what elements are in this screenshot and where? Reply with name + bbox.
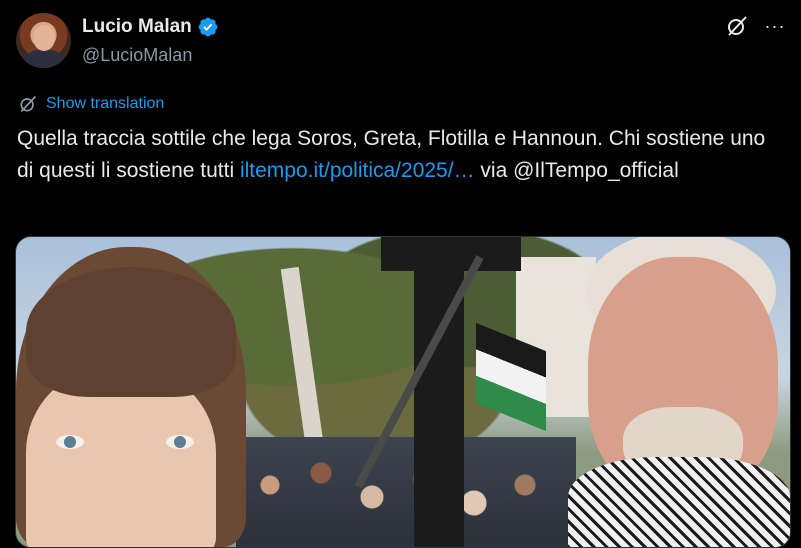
person-left-eye (166, 435, 194, 449)
tweet-media-photo[interactable] (15, 236, 791, 548)
author-avatar[interactable] (16, 13, 71, 68)
person-right-keffiyeh (568, 457, 790, 547)
photo-crowd (236, 437, 576, 547)
grok-slash-icon-svg (728, 16, 747, 36)
more-dots-glyph: ··· (764, 15, 786, 36)
show-translation-label: Show translation (46, 95, 165, 112)
article-link[interactable]: iltempo.it/politica/2025/… (240, 159, 475, 182)
author-handle[interactable]: @LucioMalan (82, 45, 192, 66)
photo-person-left (16, 247, 246, 547)
avatar-face (33, 25, 55, 51)
grok-slash-icon[interactable] (725, 14, 749, 38)
tweet-text: Quella traccia sottile che lega Soros, G… (17, 123, 787, 187)
tweet-actions: ··· (725, 14, 787, 38)
more-dots-icon[interactable]: ··· (763, 14, 787, 38)
author-name-row: Lucio Malan (82, 16, 219, 38)
photo-person-right (568, 237, 790, 547)
tweet-text-via: via (474, 159, 514, 182)
verified-badge-icon (198, 17, 218, 37)
person-left-bangs (26, 267, 236, 397)
author-name[interactable]: Lucio Malan (82, 16, 192, 38)
mention-iltempo[interactable]: @IlTempo_official (513, 159, 679, 182)
photo-cross (414, 237, 464, 547)
show-translation-button[interactable]: Show translation (18, 94, 164, 114)
person-left-eye (56, 435, 84, 449)
avatar-suit (24, 49, 64, 68)
translate-icon (20, 95, 37, 113)
